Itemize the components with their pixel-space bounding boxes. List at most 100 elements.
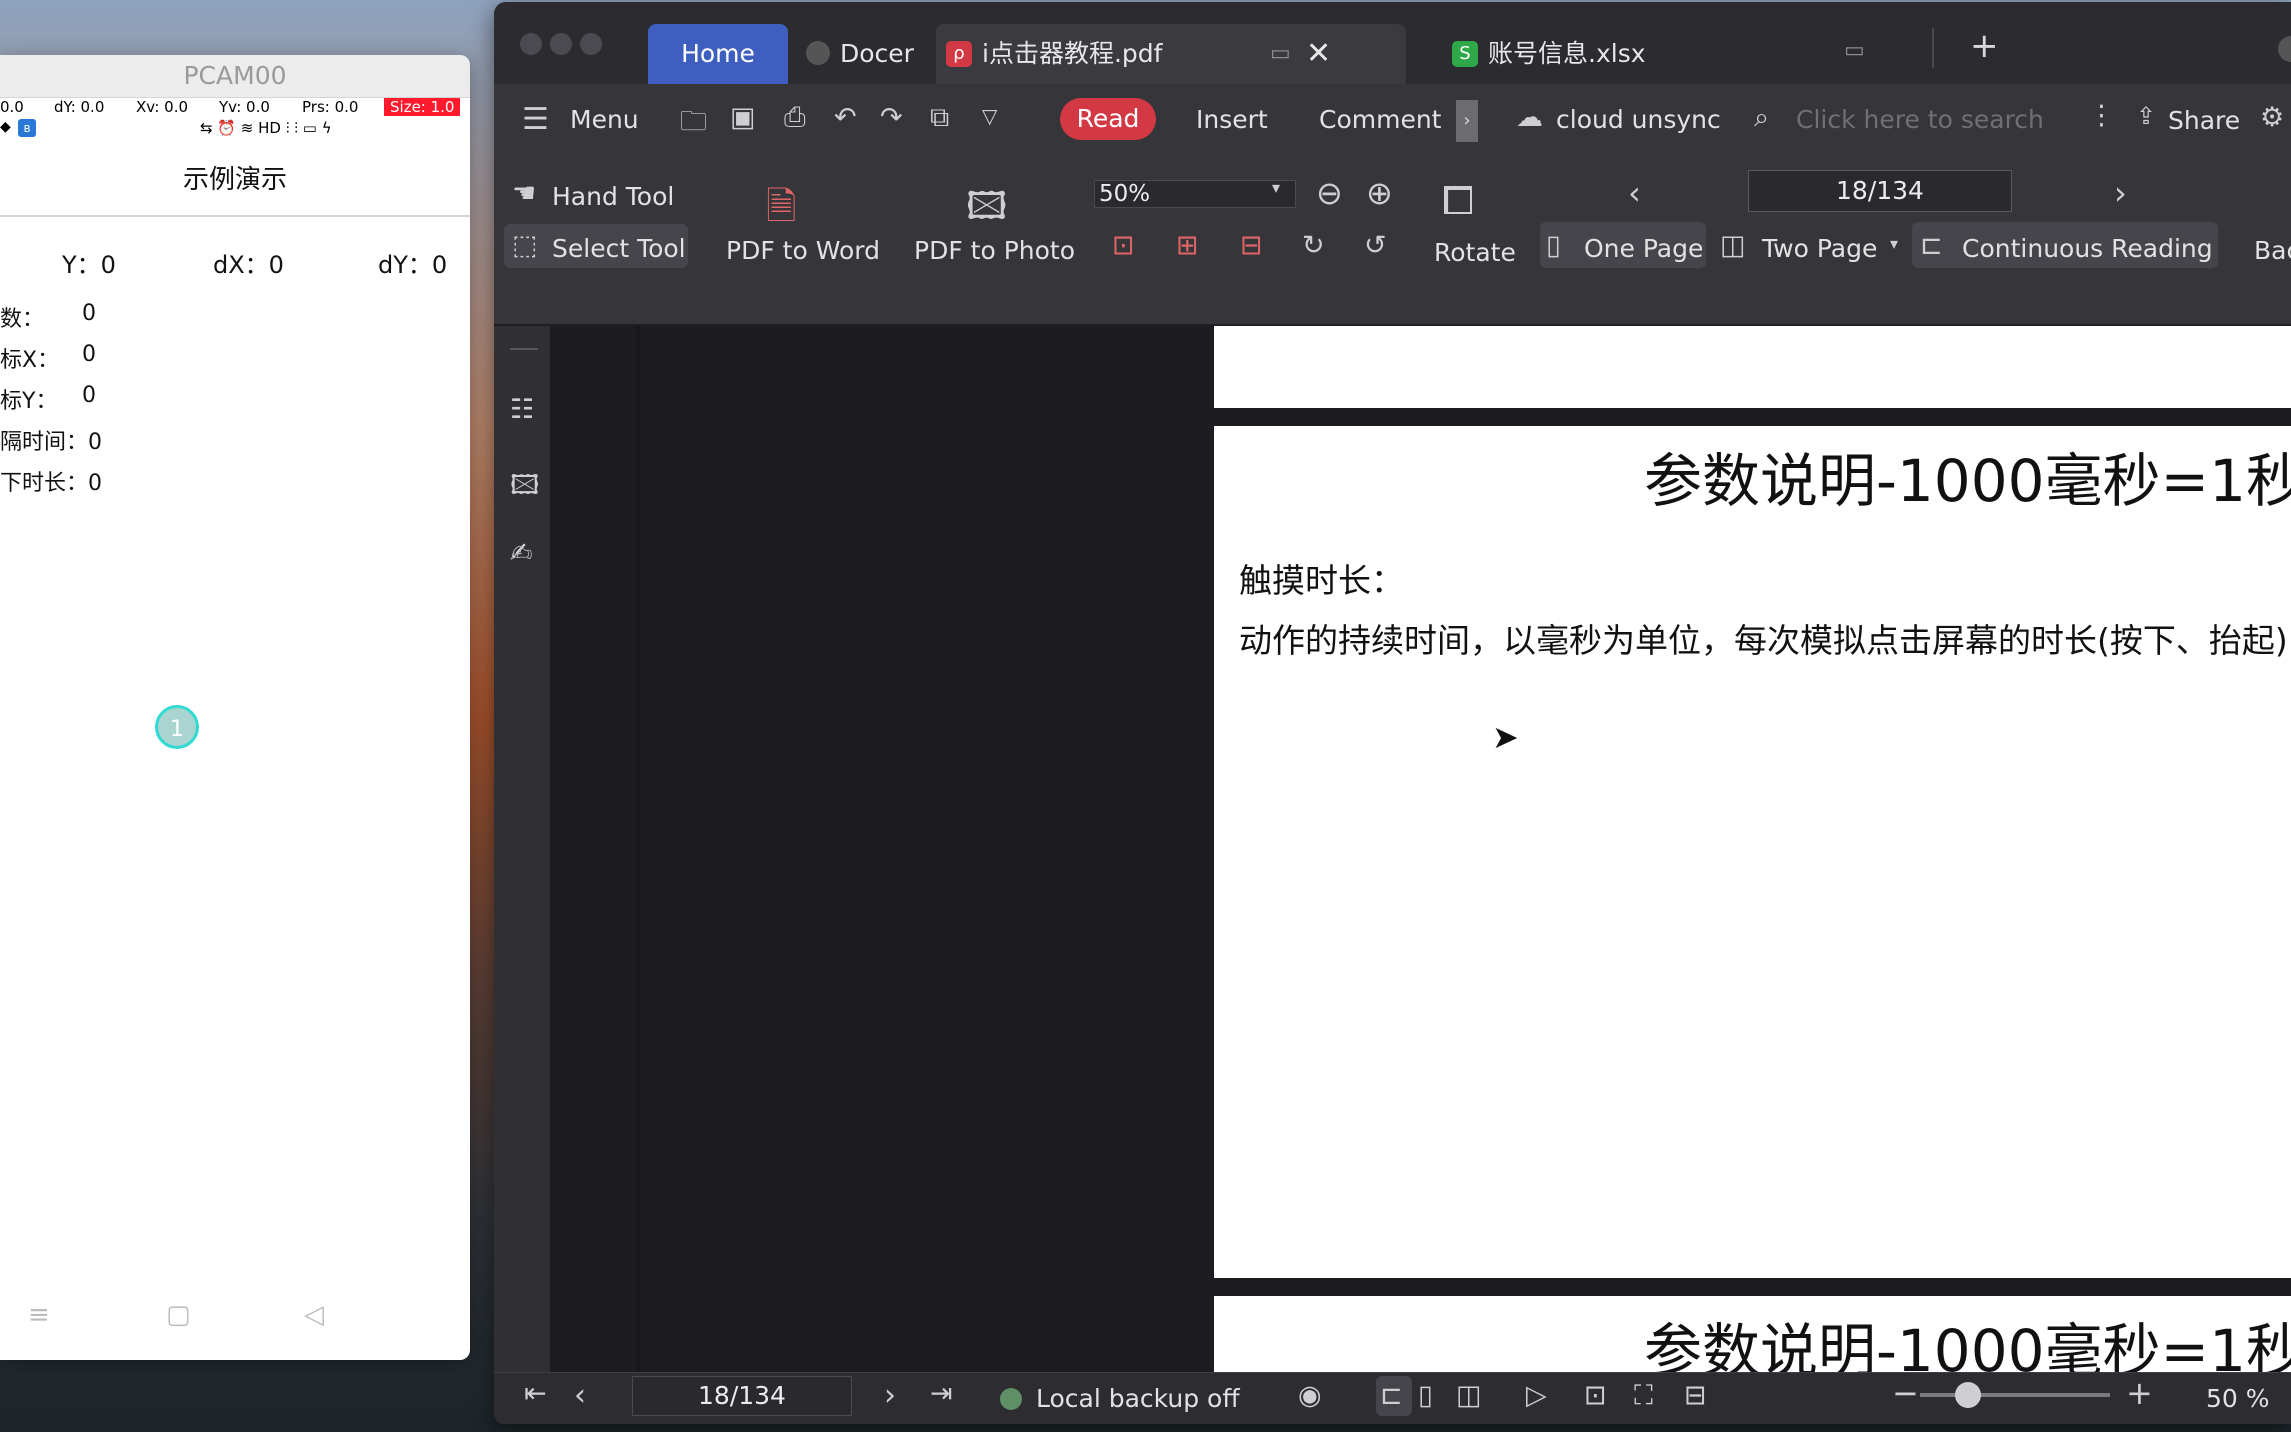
print-icon[interactable]: ⎙ [784,102,806,134]
pdf-to-word-icon[interactable]: 🗎 [766,178,797,243]
two-page-dropdown-icon[interactable]: ▾ [1890,234,1898,253]
more-tabs-chevron-icon[interactable]: › [1456,100,1478,142]
close-tab-icon[interactable]: ✕ [1306,24,1331,84]
more-options-icon[interactable]: ⋮ [2088,100,2115,131]
rotate-clockwise-icon[interactable]: ↻ [1302,230,1325,261]
cloud-status[interactable]: cloud unsync [1556,105,1721,134]
page-heading: 参数说明-1000毫秒=1秒 [1643,447,2291,515]
info-value: 0 [88,471,103,496]
account-avatar[interactable] [2278,36,2291,62]
phone-page-header: 示例演示 [0,150,470,217]
one-page-icon[interactable]: ▯ [1546,230,1561,261]
actual-size-status-icon[interactable]: ⊡ [1584,1380,1607,1411]
zoom-select[interactable]: 50% [1094,180,1296,208]
fit-width-icon[interactable]: ⊟ [1240,230,1263,261]
close-window-button[interactable] [520,33,542,55]
read-tab[interactable]: Read [1060,98,1156,140]
hand-tool-button[interactable]: Hand Tool [552,182,674,211]
undo-icon[interactable]: ↶ [834,102,857,133]
two-page-icon[interactable]: ◫ [1720,230,1746,261]
zoom-dropdown-chevron-icon[interactable]: ▾ [1272,178,1280,197]
insert-tab[interactable]: Insert [1196,105,1268,134]
rotate-button[interactable]: Rotate [1434,238,1516,267]
search-input[interactable]: Click here to search [1796,105,2044,134]
tab-pdf-document[interactable]: ρ i点击器教程.pdf ▭ ✕ [936,24,1406,84]
backup-status[interactable]: Local backup off [1036,1384,1240,1413]
export-icon[interactable]: ⧉ [930,102,949,134]
save-icon[interactable]: ▣ [730,102,756,133]
zoom-out-icon[interactable]: ⊖ [1316,174,1343,212]
background-button[interactable]: Bac [2254,236,2291,265]
select-tool-button[interactable]: Select Tool [552,234,686,263]
info-label: 下时长： [0,471,89,496]
continuous-mode-icon[interactable]: ⊏ [1380,1380,1403,1411]
eye-protection-icon[interactable]: ◉ [1298,1380,1322,1411]
tab-docer[interactable]: Docer [806,24,926,84]
last-page-icon[interactable]: ⇥ [930,1378,953,1409]
tab-xlsx[interactable]: S 账号信息.xlsx [1452,24,1672,84]
fit-width-status-icon[interactable]: ⊟ [1684,1380,1707,1411]
zoom-in-status-icon[interactable]: + [2126,1374,2153,1412]
rotate-counterclockwise-icon[interactable]: ↺ [1364,230,1387,261]
continuous-reading-button[interactable]: Continuous Reading [1962,234,2213,263]
settings-gear-icon[interactable]: ⚙ [2260,102,2284,133]
zoom-window-button[interactable] [580,33,602,55]
zoom-slider-handle[interactable] [1954,1382,1981,1408]
tap-target-marker[interactable]: 1 [155,705,199,749]
rotate-icon[interactable]: ⧠ [1442,178,1474,224]
debug-prs: Prs: 0.0 [302,98,359,116]
new-tab-button[interactable]: + [1970,26,1999,66]
tab-home[interactable]: Home [648,24,788,84]
zoom-out-status-icon[interactable]: − [1892,1374,1919,1412]
zoom-slider[interactable] [1920,1393,2110,1397]
two-page-button[interactable]: Two Page [1762,234,1877,263]
share-icon[interactable]: ⇪ [2136,102,2156,130]
previous-page-chevron-icon[interactable]: ‹ [1628,174,1641,212]
one-page-button[interactable]: One Page [1584,234,1703,263]
share-button[interactable]: Share [2168,106,2240,135]
status-page-number-input[interactable]: 18/134 [632,1376,852,1416]
page-number-input[interactable]: 18/134 [1748,170,2012,212]
next-page-heading: 参数说明-1000毫秒=1秒 [1643,1317,2291,1372]
monitor-icon[interactable]: ▭ [1844,38,1865,63]
nfc-icon: ◆ [0,119,11,135]
menu-button[interactable]: Menu [570,105,639,134]
pointer-debug-bar: 0.0 dY: 0.0 Xv: 0.0 Yv: 0.0 Prs: 0.0 Siz… [0,98,470,116]
hamburger-icon[interactable]: ☰ [522,102,549,137]
two-page-mode-icon[interactable]: ◫ [1456,1380,1482,1411]
first-page-icon[interactable]: ⇤ [524,1378,547,1409]
search-icon[interactable]: ⌕ [1754,102,1769,134]
play-slideshow-icon[interactable]: ▷ [1526,1380,1547,1411]
outline-list-icon[interactable]: ☷ [510,394,534,425]
pdf-to-photo-icon[interactable]: 🖾 [966,178,1007,243]
single-page-mode-icon[interactable]: ▯ [1418,1380,1433,1411]
next-page-icon[interactable]: › [884,1378,896,1413]
minimize-window-button[interactable] [550,33,572,55]
previous-page-icon[interactable]: ‹ [574,1378,586,1413]
signature-icon[interactable]: ✍ [510,538,533,569]
select-cursor-icon[interactable]: ⬚ [512,230,538,261]
hand-icon[interactable]: ☚ [512,178,536,209]
document-viewer[interactable]: 参数说明-1000毫秒=1秒 触摸时长： 动作的持续时间，以毫秒为单位，每次模拟… [550,326,2291,1372]
monitor-icon[interactable]: ▭ [1270,24,1291,84]
tab-bar: Home Docer ρ i点击器教程.pdf ▭ ✕ S 账号信息.xlsx … [494,2,2291,84]
nav-back-icon[interactable]: ◁ [304,1300,324,1330]
fit-page-icon[interactable]: ⊞ [1176,230,1199,261]
fit-page-status-icon[interactable]: ⛶ [1634,1380,1653,1412]
open-folder-icon[interactable]: 🗀 [680,102,707,148]
chevron-down-icon[interactable]: ▽ [982,104,997,128]
actual-size-icon[interactable]: ⊡ [1112,230,1135,261]
nav-menu-icon[interactable]: ≡ [28,1300,50,1330]
cloud-icon[interactable]: ☁ [1516,102,1543,133]
zoom-in-icon[interactable]: ⊕ [1366,174,1393,212]
comment-tab[interactable]: Comment [1319,105,1442,134]
next-page-chevron-icon[interactable]: › [2114,174,2127,212]
thumbnail-image-icon[interactable]: 🖾 [510,466,539,512]
pdf-to-photo-button[interactable]: PDF to Photo [914,236,1075,265]
continuous-reading-icon[interactable]: ⊏ [1920,230,1943,261]
current-page: 参数说明-1000毫秒=1秒 触摸时长： 动作的持续时间，以毫秒为单位，每次模拟… [1214,426,2291,1278]
info-value: 0 [88,430,103,455]
redo-icon[interactable]: ↷ [880,102,903,133]
nav-home-icon[interactable]: ▢ [166,1300,191,1330]
pdf-to-word-button[interactable]: PDF to Word [726,236,880,265]
